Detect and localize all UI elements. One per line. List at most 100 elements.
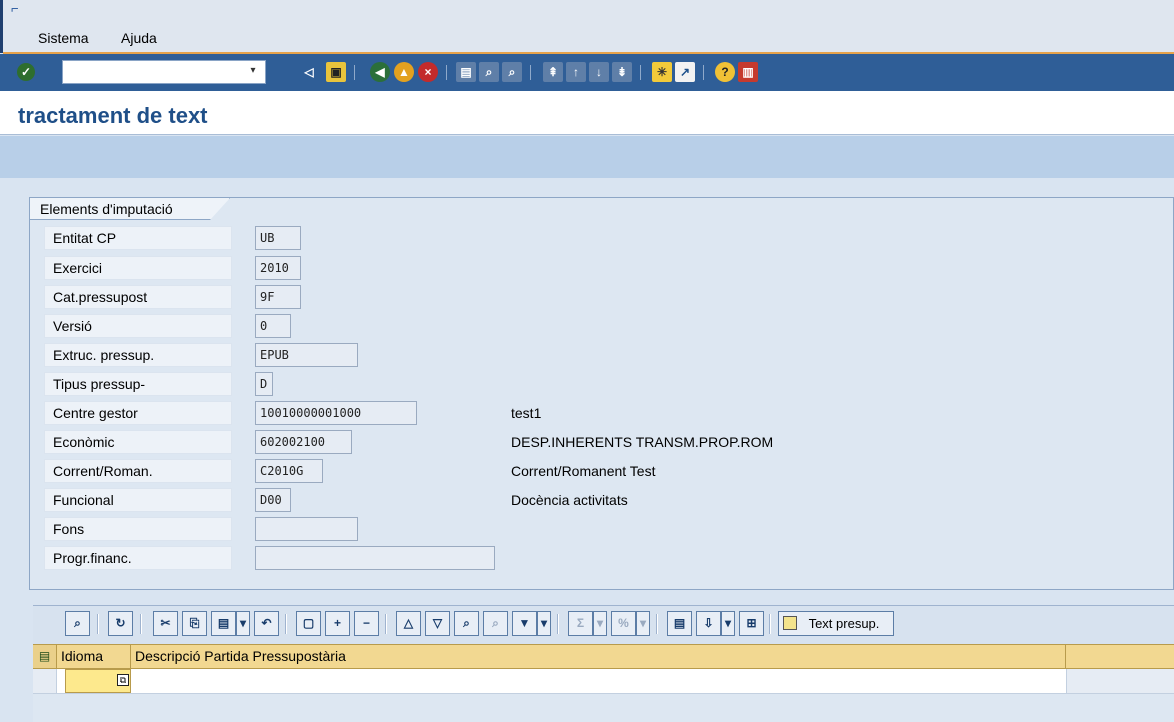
insert-row-icon[interactable]: + [325,611,350,636]
elements-imputacio-group: Elements d'imputació Entitat CP UB Exerc… [29,197,1174,590]
find-icon[interactable]: ⌕ [479,62,499,82]
label-versio: Versió [44,314,232,338]
back-nav-icon[interactable]: ◀ [370,62,390,82]
filter-dropdown-icon[interactable]: ▾ [537,611,551,636]
label-exercici: Exercici [44,256,232,280]
input-exercici[interactable]: 2010 [255,256,301,280]
help-icon[interactable]: ? [715,62,735,82]
command-field[interactable] [62,60,266,84]
label-fons: Fons [44,517,232,541]
print-icon[interactable]: ▤ [667,611,692,636]
toolbar-separator [140,614,142,634]
label-corrent-roman: Corrent/Roman. [44,459,232,483]
append-row-icon[interactable]: ▢ [296,611,321,636]
input-cat-pressupost[interactable]: 9F [255,285,301,309]
find-next-icon[interactable]: ⌕ [502,62,522,82]
last-page-icon[interactable]: ⇟ [612,62,632,82]
table-toolbar: ⌕ ↻ ✂ ⎘ ▤ ▾ ↶ ▢ + − △ ▽ ⌕ ⌕ ▼ ▾ Σ ▾ % ▾ … [33,606,1174,644]
toolbar-separator [97,614,99,634]
enter-icon[interactable]: ✓ [17,63,35,81]
select-all-icon[interactable]: ▤ [33,645,57,668]
filter-icon[interactable]: ▼ [512,611,537,636]
field-row-fons: Fons [44,517,1144,543]
print-icon[interactable]: ▤ [456,62,476,82]
input-centre-gestor[interactable]: 10010000001000 [255,401,417,425]
input-fons[interactable] [255,517,358,541]
copy-icon[interactable]: ⎘ [182,611,207,636]
input-economic[interactable]: 602002100 [255,430,352,454]
paste-dropdown-icon[interactable]: ▾ [236,611,250,636]
cell-descripcio[interactable] [133,669,1063,693]
subtotal-dropdown-icon[interactable]: ▾ [636,611,650,636]
input-tipus-pressup[interactable]: D [255,372,273,396]
label-cat-pressupost: Cat.pressupost [44,285,232,309]
create-session-icon[interactable]: ✳ [652,62,672,82]
layout-grid-icon[interactable]: ⊞ [739,611,764,636]
layout-menu-icon[interactable]: ▥ [738,62,758,82]
row-selector[interactable] [33,669,57,693]
menu-sistema[interactable]: Sistema [38,30,89,46]
field-row-extruc-pressup: Extruc. pressup. EPUB [44,343,1144,369]
toolbar-separator [385,614,387,634]
next-page-icon[interactable]: ↓ [589,62,609,82]
shortcut-icon[interactable]: ↗ [675,62,695,82]
label-progr-financ: Progr.financ. [44,546,232,570]
label-extruc-pressup: Extruc. pressup. [44,343,232,367]
chevron-down-icon[interactable]: ▾ [246,62,260,80]
field-row-tipus-pressup: Tipus pressup- D [44,372,1144,398]
sort-ascending-icon[interactable]: △ [396,611,421,636]
back-icon[interactable]: ◁ [299,62,319,82]
menu-expand-icon[interactable]: ⌐ [11,2,25,16]
sort-descending-icon[interactable]: ▽ [425,611,450,636]
toolbar-separator [285,614,287,634]
previous-page-icon[interactable]: ↑ [566,62,586,82]
save-icon[interactable]: ▣ [326,62,346,82]
cut-icon[interactable]: ✂ [153,611,178,636]
subtotal-icon[interactable]: % [611,611,636,636]
label-tipus-pressup: Tipus pressup- [44,372,232,396]
menu-ajuda[interactable]: Ajuda [121,30,157,46]
toolbar-separator [656,614,658,634]
field-row-progr-financ: Progr.financ. [44,546,1144,572]
toolbar-separator [530,65,531,80]
first-page-icon[interactable]: ⇞ [543,62,563,82]
input-progr-financ[interactable] [255,546,495,570]
paste-icon[interactable]: ▤ [211,611,236,636]
column-header-idioma[interactable]: Idioma [57,645,131,668]
desc-funcional: Docència activitats [511,492,628,508]
value-help-icon[interactable]: ⧉ [117,674,129,686]
column-header-descripcio[interactable]: Descripció Partida Pressupostària [131,645,1066,668]
label-funcional: Funcional [44,488,232,512]
find-icon[interactable]: ⌕ [454,611,479,636]
delete-row-icon[interactable]: − [354,611,379,636]
group-title: Elements d'imputació [40,201,173,217]
details-icon[interactable]: ⌕ [65,611,90,636]
cell-empty [1066,669,1174,693]
sum-dropdown-icon[interactable]: ▾ [593,611,607,636]
label-centre-gestor: Centre gestor [44,401,232,425]
field-row-economic: Econòmic 602002100 DESP.INHERENTS TRANSM… [44,430,1144,456]
input-extruc-pressup[interactable]: EPUB [255,343,358,367]
toolbar-separator [354,65,355,80]
input-versio[interactable]: 0 [255,314,291,338]
input-funcional[interactable]: D00 [255,488,291,512]
standard-toolbar: ✓ ▾ ◁ ▣ ◀ ▲ × ▤ ⌕ ⌕ ⇞ ↑ ↓ ⇟ ✳ ↗ ? ▥ [0,54,1174,91]
menu-bar: ⌐ Sistema Ajuda [0,0,1174,54]
refresh-icon[interactable]: ↻ [108,611,133,636]
exit-icon[interactable]: ▲ [394,62,414,82]
toolbar-separator [640,65,641,80]
field-row-versio: Versió 0 [44,314,1144,340]
cancel-icon[interactable]: × [418,62,438,82]
input-entitat-cp[interactable]: UB [255,226,301,250]
find-next-icon[interactable]: ⌕ [483,611,508,636]
field-row-centre-gestor: Centre gestor 10010000001000 test1 [44,401,1144,427]
export-icon[interactable]: ⇩ [696,611,721,636]
export-dropdown-icon[interactable]: ▾ [721,611,735,636]
input-corrent-roman[interactable]: C2010G [255,459,323,483]
field-row-entitat-cp: Entitat CP UB [44,226,1144,252]
text-presup-button[interactable]: Text presup. [778,611,894,636]
sum-icon[interactable]: Σ [568,611,593,636]
toolbar-separator [557,614,559,634]
page-title: tractament de text [18,103,208,128]
undo-icon[interactable]: ↶ [254,611,279,636]
